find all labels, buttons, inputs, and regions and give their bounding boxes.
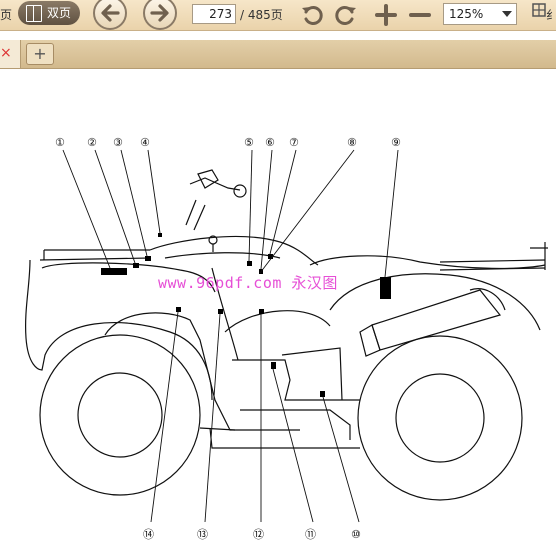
callout-4: ④ [140, 136, 150, 149]
document-view[interactable]: ① ② ③ ④ ⑤ ⑥ ⑦ ⑧ ⑨ ⑩ ⑪ ⑫ ⑬ ⑭ www.96pdf.co… [0, 70, 556, 559]
single-page-label[interactable]: 页 [0, 6, 12, 23]
previous-page-button[interactable] [93, 0, 127, 30]
callout-9: ⑨ [391, 136, 401, 149]
rotate-right-icon[interactable] [334, 3, 358, 27]
zoom-select[interactable]: 125% [443, 3, 517, 25]
arrow-left-icon [101, 4, 120, 22]
watermark-text: www.96pdf.com 永汉图 [158, 274, 338, 292]
new-tab-button[interactable]: + [26, 43, 54, 65]
page-number-input[interactable]: 273 [192, 4, 236, 24]
chevron-down-icon [502, 11, 512, 17]
zoom-in-icon[interactable] [374, 3, 398, 27]
callout-7: ⑦ [289, 136, 299, 149]
callout-14: ⑭ [143, 528, 154, 541]
callout-13: ⑬ [197, 528, 208, 541]
settings-label[interactable]: 纟 [546, 6, 556, 23]
tab-bar: × + [0, 40, 556, 69]
callout-3: ③ [113, 136, 123, 149]
dual-page-label: 双页 [47, 6, 72, 20]
grid-icon[interactable] [532, 3, 546, 20]
dual-page-button[interactable]: 双页 [18, 1, 80, 25]
zoom-value: 125% [449, 7, 484, 21]
close-tab-icon[interactable]: × [0, 45, 12, 61]
callout-6: ⑥ [265, 136, 275, 149]
next-page-button[interactable] [143, 0, 177, 30]
arrow-right-icon [150, 4, 169, 22]
book-icon [26, 5, 42, 22]
total-pages: / 485页 [240, 8, 283, 22]
callout-5: ⑤ [244, 136, 254, 149]
callout-2: ② [87, 136, 97, 149]
atv-diagram: ① ② ③ ④ ⑤ ⑥ ⑦ ⑧ ⑨ ⑩ ⑪ ⑫ ⑬ ⑭ [25, 136, 548, 541]
callout-11: ⑪ [305, 528, 316, 541]
callout-8: ⑧ [347, 136, 357, 149]
zoom-out-icon[interactable] [408, 3, 432, 27]
callout-12: ⑫ [253, 528, 264, 541]
rotate-left-icon[interactable] [300, 3, 324, 27]
toolbar: 页 双页 273 / 485页 125% 纟 [0, 0, 556, 31]
callout-1: ① [55, 136, 65, 149]
callout-10: ⑩ [351, 528, 361, 541]
document-tab[interactable]: × [0, 40, 21, 68]
